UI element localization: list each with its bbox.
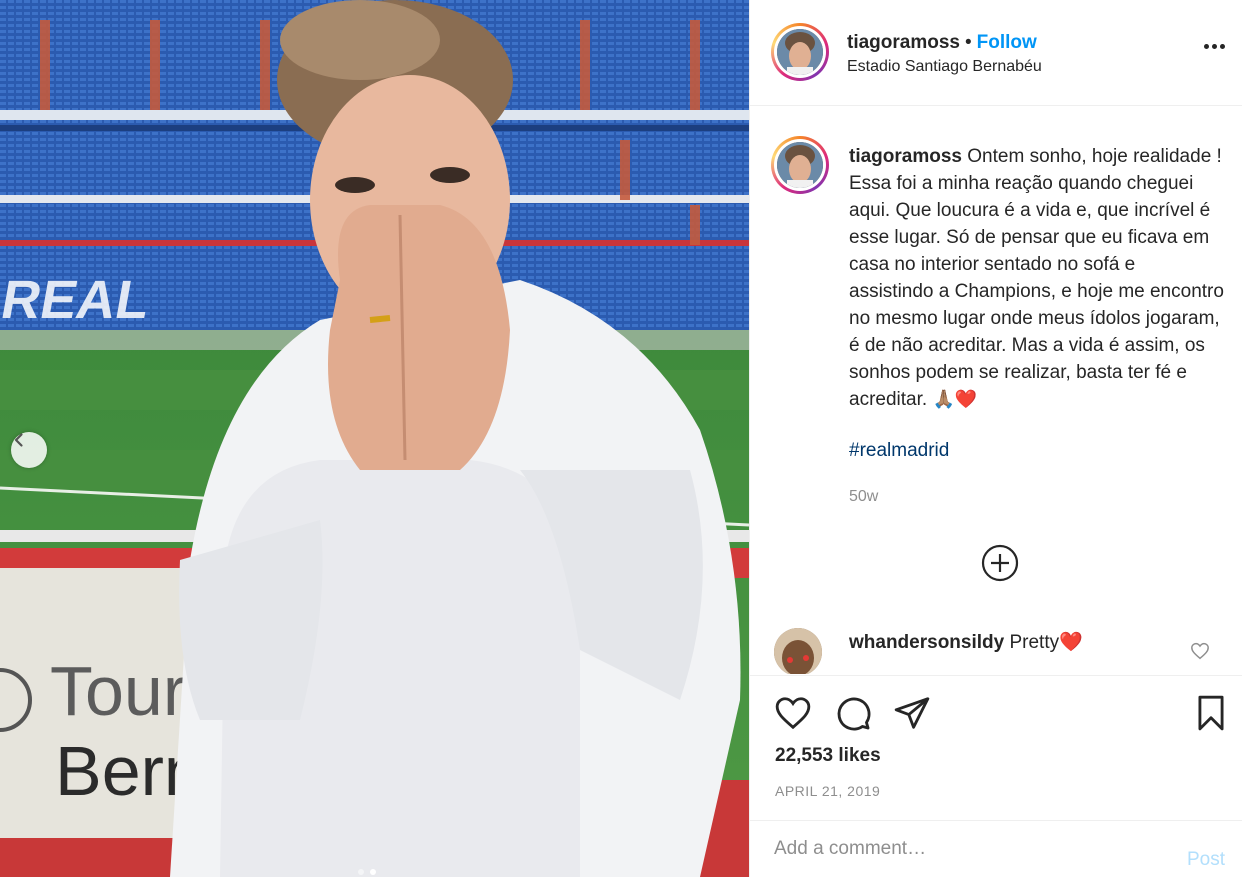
carousel-dot [358,869,364,875]
add-comment-bar: Post [750,820,1242,877]
banner-text-1: Tour [50,652,186,730]
comment-text: Pretty [1009,632,1060,653]
post-caption: tiagoramoss Ontem sonho, hoje realidade … [849,143,1224,413]
header-separator: • [964,32,972,53]
more-options-icon[interactable] [1204,44,1225,49]
comment-input[interactable] [774,833,1174,865]
comment-icon [837,697,871,731]
save-button[interactable] [1192,694,1230,732]
carousel-indicator [358,869,376,875]
chevron-left-icon [14,433,23,447]
caption-avatar[interactable] [771,136,829,194]
load-more-comments-button[interactable] [981,544,1019,582]
post-actions-section: 22,553 likes APRIL 21, 2019 [750,675,1242,820]
commenter-username[interactable]: whandersonsildy [849,632,1004,653]
share-button[interactable] [893,694,931,732]
heart-icon [775,697,811,730]
avatar-image [777,29,823,75]
avatar-image [777,142,823,188]
post-comment-button[interactable]: Post [1187,849,1225,871]
post-photo[interactable]: REAL Tour Bernab [0,0,749,877]
caption-text: Ontem sonho, hoje realidade ! Essa foi a… [849,146,1224,410]
comment-item: whandersonsildy Pretty❤️ [750,624,1242,674]
stadium-photo: REAL Tour Bernab [0,0,749,877]
carousel-dot-active [370,869,376,875]
post-date: APRIL 21, 2019 [775,783,881,799]
post-side-panel: tiagoramoss • Follow Estadio Santiago Bern… [749,0,1242,877]
bookmark-icon [1198,695,1224,731]
comment-emoji: ❤️ [1059,632,1083,653]
location-link[interactable]: Estadio Santiago Bernabéu [847,58,1042,76]
plus-circle-icon [981,544,1019,582]
caption-username[interactable]: tiagoramoss [849,146,962,167]
author-username[interactable]: tiagoramoss [847,32,960,53]
likes-count[interactable]: 22,553 likes [775,745,881,767]
like-button[interactable] [774,694,812,732]
comment-text-line: whandersonsildy Pretty❤️ [849,630,1083,654]
heart-icon [1191,642,1209,660]
post-age: 50w [849,488,879,505]
post-header: tiagoramoss • Follow Estadio Santiago Bern… [750,0,1242,106]
follow-button[interactable]: Follow [977,32,1037,53]
commenter-avatar[interactable] [774,628,822,674]
comment-button[interactable] [834,694,872,732]
comment-like-button[interactable] [1190,642,1210,660]
caption-emojis: 🙏🏽❤️ [932,389,978,409]
header-title-line: tiagoramoss • Follow [847,32,1037,54]
send-icon [894,697,930,729]
previous-slide-button[interactable] [11,432,47,468]
stadium-sign-text: REAL [0,269,154,330]
avatar-image [774,628,822,674]
author-avatar[interactable] [771,23,829,81]
hashtag-link[interactable]: #realmadrid [849,440,949,462]
